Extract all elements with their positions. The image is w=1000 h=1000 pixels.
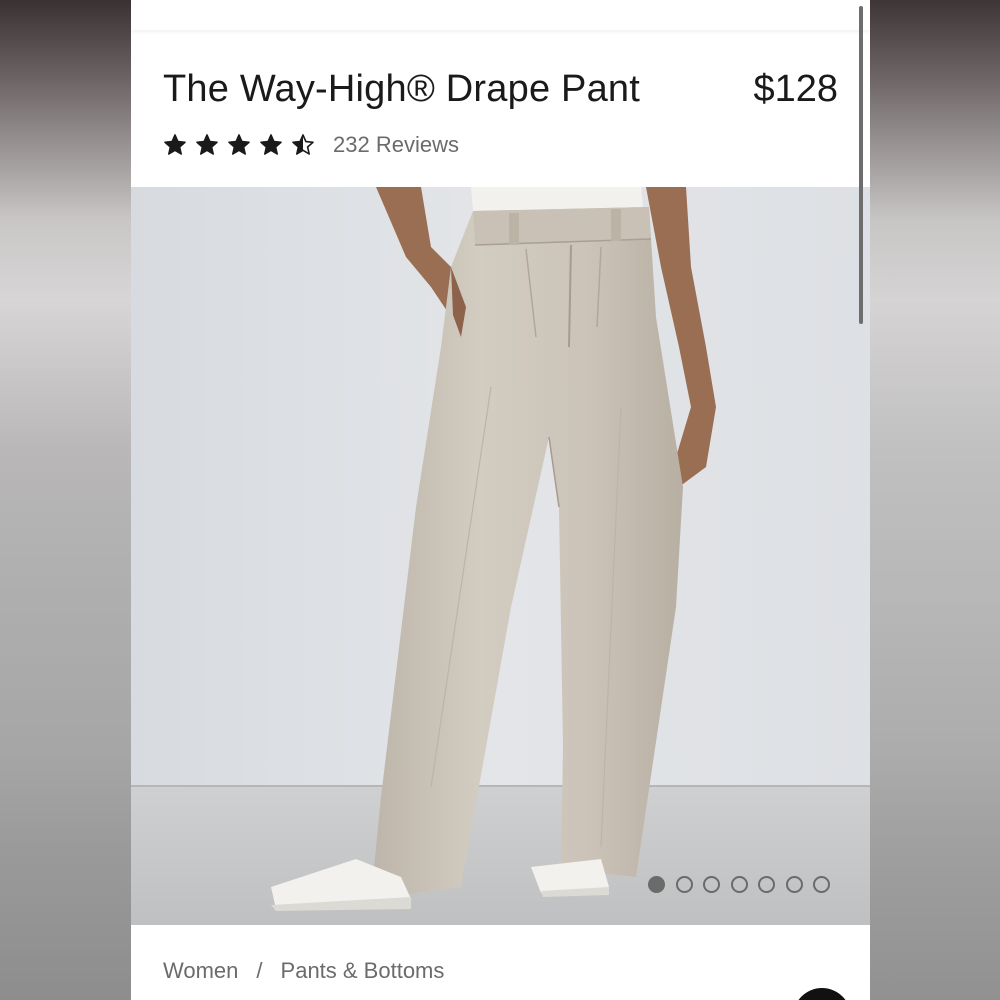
breadcrumb: Women / Pants & Bottoms: [163, 958, 444, 984]
rating-row[interactable]: 232 Reviews: [163, 130, 459, 160]
scrollbar[interactable]: [859, 6, 863, 324]
product-image-gallery[interactable]: [131, 187, 870, 925]
reviews-link[interactable]: 232 Reviews: [333, 132, 459, 158]
gallery-pagination[interactable]: [648, 876, 841, 893]
star-filled-icon: [196, 134, 218, 155]
gallery-dot[interactable]: [648, 876, 665, 893]
breadcrumb-item-women[interactable]: Women: [163, 958, 238, 984]
blurred-backdrop-left: [0, 0, 131, 1000]
star-filled-icon: [260, 134, 282, 155]
blurred-backdrop-right: [870, 0, 1000, 1000]
star-filled-icon: [164, 134, 186, 155]
gallery-dot[interactable]: [758, 876, 775, 893]
gallery-dot[interactable]: [730, 876, 748, 893]
breadcrumb-separator: /: [256, 958, 263, 983]
gallery-dot[interactable]: [703, 876, 720, 893]
star-rating: [163, 133, 323, 157]
product-photo: [131, 187, 870, 925]
gallery-dot[interactable]: [813, 876, 830, 893]
top-header-strip: [131, 0, 870, 30]
star-filled-icon: [228, 134, 250, 155]
product-page: The Way-High® Drape Pant $128 232 Review…: [131, 0, 870, 1000]
product-price: $128: [753, 68, 838, 110]
breadcrumb-item-pants-bottoms[interactable]: Pants & Bottoms: [281, 958, 445, 984]
star-half-icon: [292, 134, 314, 155]
gallery-dot[interactable]: [675, 876, 693, 893]
gallery-dot[interactable]: [785, 876, 803, 893]
chat-button[interactable]: [793, 988, 851, 1000]
product-title: The Way-High® Drape Pant: [163, 68, 641, 110]
